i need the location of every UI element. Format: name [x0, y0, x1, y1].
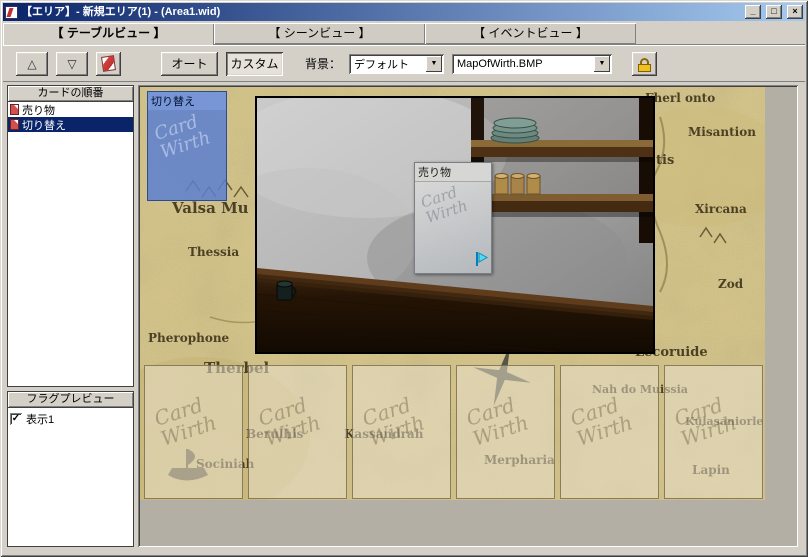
bg-type-value: デフォルト [354, 58, 410, 71]
card-list[interactable]: 売り物 切り替え [7, 102, 134, 387]
selected-card-kirikae[interactable]: 切り替え Card Wirth [147, 91, 227, 201]
card-title: 切り替え [148, 92, 226, 110]
card-order-panel: カードの順番 売り物 切り替え [7, 85, 134, 387]
card-watermark: Card Wirth [151, 111, 213, 163]
lock-button[interactable] [632, 51, 658, 76]
tab-bar: 【 テーブルビュー 】 【 シーンビュー 】 【 イベントビュー 】 [3, 23, 805, 45]
area-card[interactable]: Card Wirth [456, 365, 555, 499]
lock-icon-body [638, 63, 652, 72]
card-row: Card Wirth Card Wirth Card Wirth Card Wirth… [144, 365, 763, 499]
card-watermark: Card Wirth [463, 392, 532, 451]
card-watermark: Card Wirth [255, 392, 324, 451]
card-icon [10, 104, 19, 115]
background-label: 背景： [305, 57, 342, 71]
area-card[interactable]: Card Wirth [664, 365, 763, 499]
chevron-down-icon[interactable]: ▼ [426, 55, 443, 72]
scene-image[interactable]: 売り物 Card Wirth [255, 96, 655, 354]
flag-label: 表示1 [26, 414, 55, 426]
app-icon[interactable] [5, 5, 18, 19]
card-watermark: Card Wirth [567, 392, 636, 451]
tab-event-view[interactable]: 【 イベントビュー 】 [425, 23, 636, 44]
card-icon [10, 119, 19, 130]
move-down-button[interactable]: ▽ [56, 51, 88, 76]
flag-preview-panel: フラグプレビュー ✓ 表示1 [7, 391, 134, 547]
auto-button[interactable]: オート [161, 51, 218, 76]
map-label: Fherl onto [645, 91, 716, 105]
custom-button[interactable]: カスタム [226, 51, 283, 76]
flag-checkbox[interactable]: ✓ [10, 413, 22, 425]
scene-card-urimono[interactable]: 売り物 Card Wirth [414, 162, 492, 274]
flag-icon [476, 252, 489, 266]
toolbar: △ ▽ オート カスタム 背景： デフォルト ▼ MapOfWirth.BMP … [3, 45, 805, 82]
area-card[interactable]: Card Wirth [560, 365, 659, 499]
map-label: tis [656, 153, 675, 168]
flag-list: ✓ 表示1 [7, 408, 134, 547]
card-watermark: Card Wirth [359, 392, 428, 451]
cups [494, 173, 541, 195]
card-order-header: カードの順番 [7, 85, 134, 102]
bg-file-select[interactable]: MapOfWirth.BMP ▼ [452, 53, 613, 74]
map-label: Thessia [188, 245, 240, 259]
map-label: Valsa Mu [172, 199, 249, 217]
add-card-button[interactable] [96, 51, 121, 76]
minimize-button[interactable]: _ [745, 5, 761, 19]
table-view-canvas: Fherl onto tis Misantion Xircana Zod Valsa Mu… [138, 85, 798, 547]
list-item-urimono[interactable]: 売り物 [8, 102, 133, 117]
map-label: Misantion [688, 125, 756, 139]
window-title: 【エリア】- 新規エリア(1) - (Area1.wid) [21, 6, 221, 18]
area-card[interactable]: Card Wirth [144, 365, 243, 499]
card-watermark: Card Wirth [418, 182, 470, 227]
map-label: Xircana [695, 202, 747, 216]
map-label: Zod [718, 277, 744, 291]
list-item-kirikae[interactable]: 切り替え [8, 117, 133, 132]
area-card[interactable]: Card Wirth [248, 365, 347, 499]
main-content: カードの順番 売り物 切り替え フラグプレビュー ✓ 表示1 Fherl ont… [3, 82, 805, 549]
card-watermark: Card Wirth [151, 392, 220, 451]
close-button[interactable]: × [787, 5, 803, 19]
chevron-down-icon[interactable]: ▼ [594, 55, 611, 72]
map-label: Pherophone [148, 331, 230, 345]
tab-table-view[interactable]: 【 テーブルビュー 】 [3, 23, 214, 45]
card-icon [101, 55, 116, 72]
app-window: 【エリア】- 新規エリア(1) - (Area1.wid) _ □ × 【 テー… [0, 0, 808, 557]
tab-scene-view[interactable]: 【 シーンビュー 】 [214, 23, 425, 44]
title-bar[interactable]: 【エリア】- 新規エリア(1) - (Area1.wid) _ □ × [3, 3, 805, 21]
card-title: 売り物 [415, 163, 491, 182]
flag-preview-header: フラグプレビュー [7, 391, 134, 408]
list-item-label: 売り物 [22, 104, 55, 117]
plates [490, 117, 540, 144]
card-watermark: Card Wirth [671, 392, 740, 451]
bg-file-value: MapOfWirth.BMP [457, 57, 543, 70]
map-background[interactable]: Fherl onto tis Misantion Xircana Zod Valsa Mu… [140, 87, 765, 500]
sidebar: カードの順番 売り物 切り替え フラグプレビュー ✓ 表示1 [7, 85, 134, 547]
bg-type-select[interactable]: デフォルト ▼ [349, 53, 445, 74]
flag-checkbox-row[interactable]: ✓ 表示1 [8, 408, 133, 430]
move-up-button[interactable]: △ [16, 51, 48, 76]
area-card[interactable]: Card Wirth [352, 365, 451, 499]
list-item-label: 切り替え [22, 119, 66, 132]
maximize-button[interactable]: □ [766, 5, 782, 19]
